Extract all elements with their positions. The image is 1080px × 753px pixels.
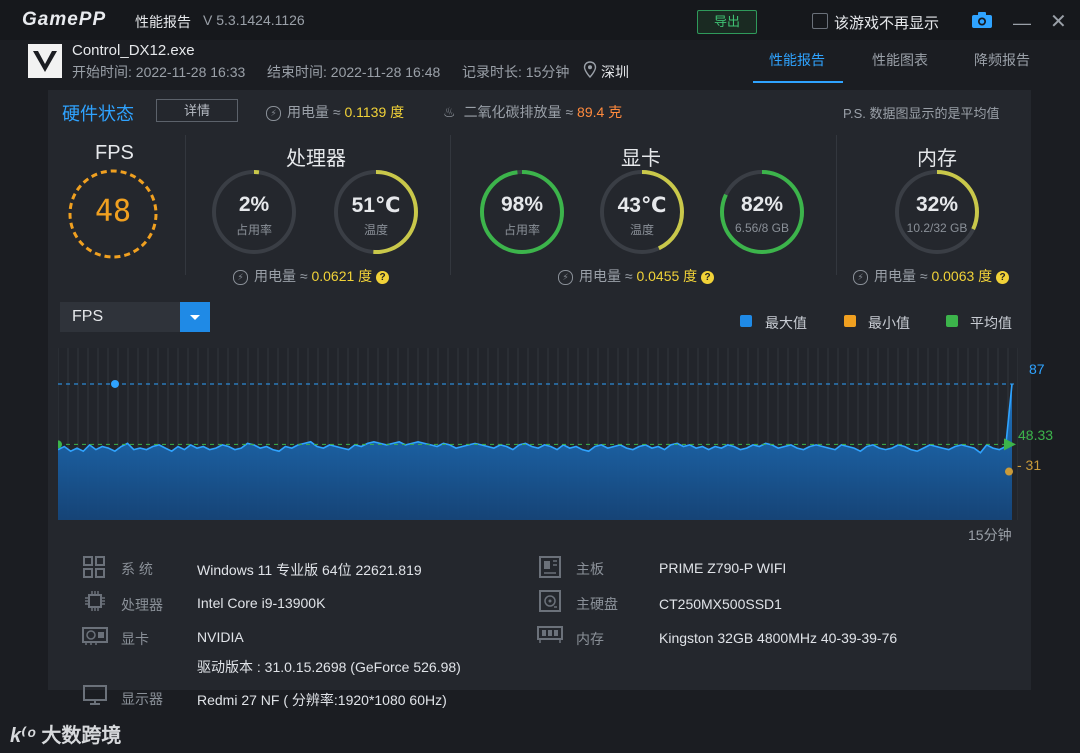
disk-icon [538,589,562,618]
cpu-temp-label: 温度 [363,223,388,237]
gpu-usage-label: 占用率 [503,223,540,237]
chart-min-label: - 31 [1017,457,1042,473]
help-icon[interactable]: ? [996,270,1010,284]
gpu-temp-label: 温度 [629,223,654,237]
gpu-driver-value: 驱动版本 : 31.0.15.2698 (GeForce 526.98) [197,659,461,675]
gpu-mem-label: 6.56/8 GB [734,221,790,235]
ram-icon [536,625,564,650]
gpu-icon [81,626,109,651]
legend-max-label: 最大值 [765,315,807,331]
legend-avg-label: 平均值 [970,315,1012,331]
ram-label: 内存 [576,631,604,647]
cpu-value: Intel Core i9-13900K [197,595,326,611]
monitor-icon [82,684,108,711]
min-point [1005,467,1013,476]
monitor-value: Redmi 27 NF ( 分辨率:1920*1080 60Hz) [197,692,447,708]
power-icon: ⚡ [233,269,248,285]
memory-usage-value: 32% [915,193,959,216]
chevron-down-icon [190,315,200,320]
legend-max-swatch [740,315,752,327]
chart-max-label: 87 [1029,361,1045,377]
ram-value: Kingston 32GB 4800MHz 40-39-39-76 [659,630,898,646]
gpu-power: ⚡ 用电量 ≈ 0.0455 度 ? [558,266,715,286]
chart-avg-label: 48.33 [1018,427,1054,443]
cpu-icon [84,590,106,617]
gpu-temp-value: 43℃ [617,194,667,217]
memory-usage-label: 10.2/32 GB [906,221,968,235]
fps-chart [58,348,1018,520]
gpu-label: 显卡 [121,631,149,647]
power-icon: ⚡ [558,269,573,285]
chart-duration-label: 15分钟 [968,527,1012,543]
help-icon[interactable]: ? [701,270,715,284]
system-icon [82,555,106,584]
system-value: Windows 11 专业版 64位 22621.819 [197,562,422,578]
cpu-power: ⚡ 用电量 ≈ 0.0621 度 ? [233,266,390,286]
disk-value: CT250MX500SSD1 [659,596,782,612]
cpu-usage-value: 2% [238,193,270,216]
disk-label: 主硬盘 [576,596,618,612]
dropdown-button[interactable] [180,302,210,332]
motherboard-value: PRIME Z790-P WIFI [659,560,787,576]
legend-min-swatch [844,315,856,327]
memory-power: ⚡ 用电量 ≈ 0.0063 度 ? [853,266,1010,286]
motherboard-icon [538,555,562,584]
cpu-temp-value: 51℃ [351,194,401,217]
legend-min-label: 最小值 [868,315,910,331]
max-point [111,379,119,388]
gpu-mem-value: 82% [740,193,784,216]
help-icon[interactable]: ? [376,270,390,284]
motherboard-label: 主板 [576,561,604,577]
monitor-label: 显示器 [121,691,163,707]
legend-avg-swatch [946,315,958,327]
system-label: 系 统 [121,561,153,577]
power-icon: ⚡ [853,269,868,285]
watermark: k⁽ᵒ 大数跨境 [10,725,122,747]
metric-select-value[interactable]: FPS [72,308,103,326]
gpu-value: NVIDIA [197,629,244,645]
cpu-usage-label: 占用率 [235,223,272,237]
cpu-label: 处理器 [121,597,163,613]
gpu-usage-value: 98% [500,193,544,216]
